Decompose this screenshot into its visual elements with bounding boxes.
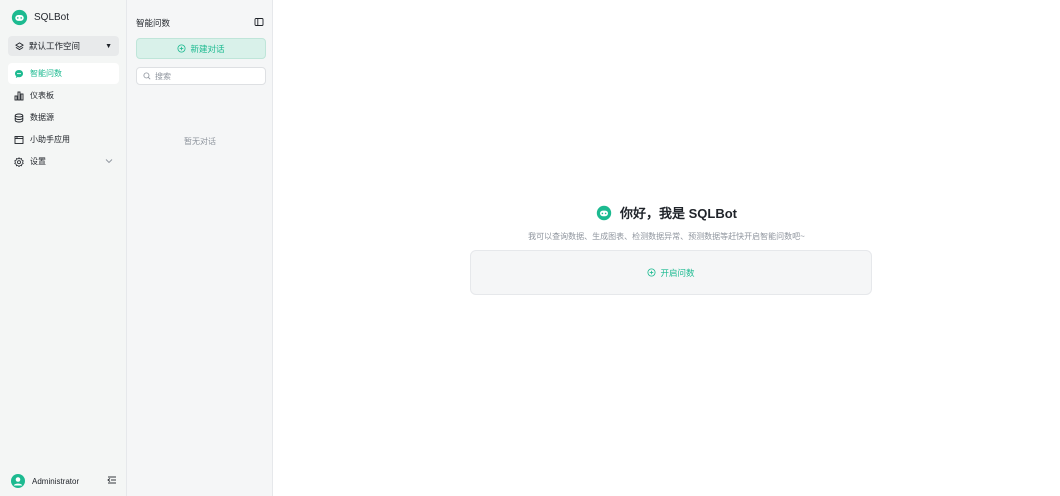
- app-name: SQLBot: [34, 12, 70, 23]
- sidebar: SQLBot 默认工作空间 ▼ 智能问数 仪表板 数据源 小助手应用 设置 Ad…: [0, 0, 127, 496]
- caret-down-icon: ▼: [105, 42, 112, 50]
- dashboard-icon: [14, 91, 24, 100]
- plus-circle-icon: [647, 268, 656, 277]
- new-chat-button[interactable]: 新建对话: [136, 38, 266, 59]
- search-icon: [143, 72, 151, 80]
- panel-title: 智能问数: [136, 18, 171, 28]
- workspace-name: 默认工作空间: [29, 41, 81, 51]
- avatar: [11, 474, 25, 488]
- nav-item-assistant-app[interactable]: 小助手应用: [8, 129, 119, 150]
- chevron-down-icon: [105, 157, 113, 167]
- app-window-icon: [14, 135, 24, 144]
- sqlbot-logo-icon: [11, 9, 28, 26]
- sqlbot-logo-icon: [596, 205, 612, 220]
- user-profile[interactable]: Administrator: [11, 474, 117, 488]
- nav-label: 仪表板: [30, 91, 54, 100]
- brand[interactable]: SQLBot: [11, 9, 69, 26]
- nav-item-settings[interactable]: 设置: [8, 151, 119, 172]
- nav-label: 智能问数: [30, 69, 62, 78]
- workspace-selector[interactable]: 默认工作空间 ▼: [8, 36, 119, 56]
- chat-list-panel: 智能问数 新建对话 暂无对话: [127, 0, 273, 496]
- user-name: Administrator: [32, 476, 80, 486]
- nav-item-smart-query[interactable]: 智能问数: [8, 63, 119, 84]
- nav-label: 小助手应用: [30, 135, 70, 144]
- search-input[interactable]: [155, 71, 255, 81]
- search-box[interactable]: [136, 67, 266, 85]
- collapse-menu-icon[interactable]: [107, 475, 117, 488]
- greeting-text: 你好，我是 SQLBot: [620, 206, 737, 221]
- layers-icon: [15, 41, 24, 50]
- chat-bubble-icon: [15, 69, 23, 78]
- nav-item-dashboard[interactable]: 仪表板: [8, 85, 119, 106]
- start-query-button[interactable]: 开启问数: [470, 250, 872, 295]
- nav-label: 数据源: [30, 113, 54, 122]
- new-chat-label: 新建对话: [190, 43, 225, 54]
- empty-state-text: 暂无对话: [184, 137, 216, 146]
- main-content: 你好，我是 SQLBot 我可以查询数据、生成图表、检测数据异常、预测数据等赶快…: [273, 0, 1060, 496]
- main-nav: 智能问数 仪表板 数据源 小助手应用 设置: [8, 63, 119, 173]
- plus-circle-icon: [177, 44, 186, 53]
- welcome-heading: 你好，我是 SQLBot: [273, 203, 1060, 222]
- database-icon: [14, 113, 24, 122]
- start-query-label: 开启问数: [660, 267, 695, 278]
- welcome-subtitle: 我可以查询数据、生成图表、检测数据异常、预测数据等赶快开启智能问数吧~: [528, 232, 805, 241]
- sidebar-toggle-icon[interactable]: [254, 17, 264, 27]
- nav-label: 设置: [30, 157, 46, 166]
- nav-item-datasource[interactable]: 数据源: [8, 107, 119, 128]
- settings-icon: [14, 156, 24, 167]
